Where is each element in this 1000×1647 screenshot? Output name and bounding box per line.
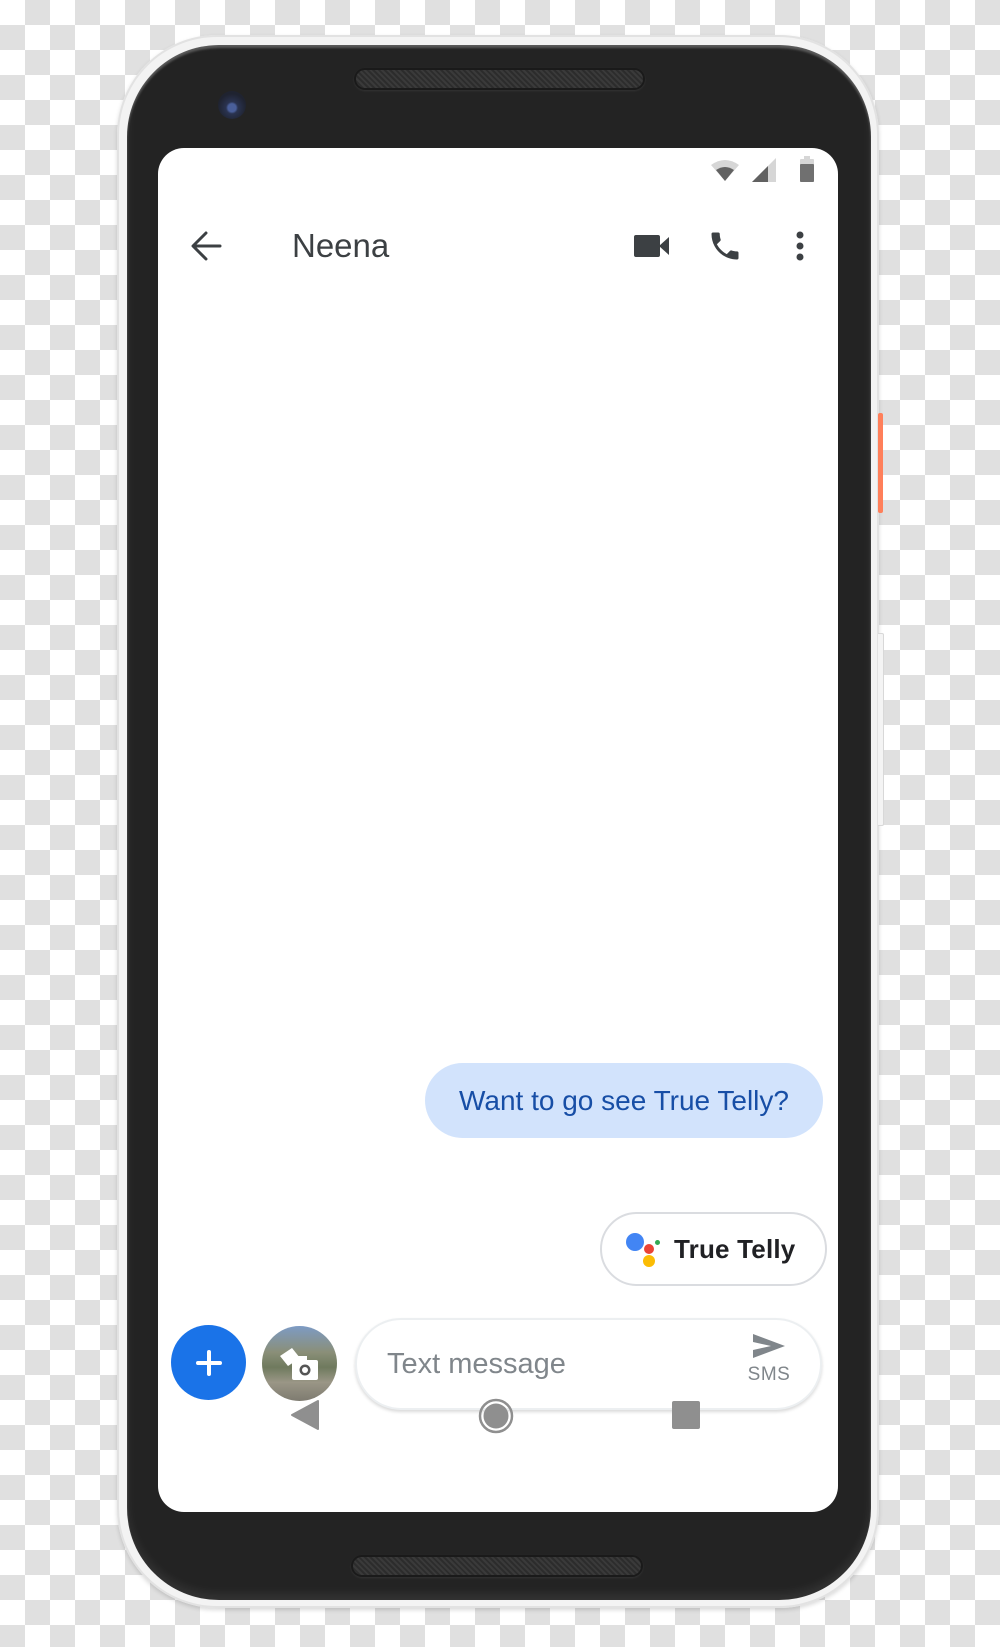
wifi-icon bbox=[711, 160, 739, 181]
nav-home-icon[interactable] bbox=[478, 1398, 514, 1434]
send-button[interactable]: SMS bbox=[744, 1332, 794, 1396]
volume-rocker bbox=[878, 633, 884, 826]
assistant-suggestion-chip[interactable]: True Telly bbox=[600, 1212, 827, 1286]
earpiece-speaker bbox=[356, 70, 643, 88]
send-mode-label: SMS bbox=[747, 1364, 791, 1385]
camera-gallery-button[interactable] bbox=[262, 1326, 337, 1401]
front-camera bbox=[218, 91, 246, 119]
nav-back-icon[interactable] bbox=[290, 1399, 320, 1431]
message-input[interactable] bbox=[387, 1347, 717, 1381]
power-button bbox=[878, 413, 883, 513]
videocam-icon bbox=[634, 235, 669, 257]
nav-recents-icon[interactable] bbox=[671, 1400, 701, 1430]
camera-gallery-icon bbox=[279, 1347, 318, 1380]
cell-signal-icon bbox=[752, 158, 776, 182]
battery-icon bbox=[800, 156, 814, 182]
video-call-button[interactable] bbox=[624, 218, 680, 274]
more-vert-icon bbox=[796, 231, 804, 261]
voice-call-button[interactable] bbox=[697, 218, 753, 274]
message-input-container: SMS bbox=[355, 1318, 822, 1410]
send-icon bbox=[753, 1334, 785, 1358]
arrow-back-icon bbox=[191, 231, 222, 261]
phone-icon bbox=[711, 232, 739, 260]
phone-screen: Neena Want to go see True Telly? True Te… bbox=[158, 148, 838, 1512]
back-button[interactable] bbox=[178, 218, 234, 274]
suggestion-chip-label: True Telly bbox=[674, 1233, 796, 1264]
conversation-title: Neena bbox=[292, 227, 390, 264]
google-assistant-icon bbox=[626, 1231, 662, 1267]
plus-icon bbox=[195, 1349, 222, 1376]
outgoing-message-bubble[interactable]: Want to go see True Telly? bbox=[425, 1063, 823, 1138]
add-attachment-button[interactable] bbox=[171, 1325, 246, 1400]
bottom-speaker bbox=[353, 1557, 641, 1575]
message-text: Want to go see True Telly? bbox=[459, 1084, 789, 1116]
more-options-button[interactable] bbox=[772, 218, 828, 274]
